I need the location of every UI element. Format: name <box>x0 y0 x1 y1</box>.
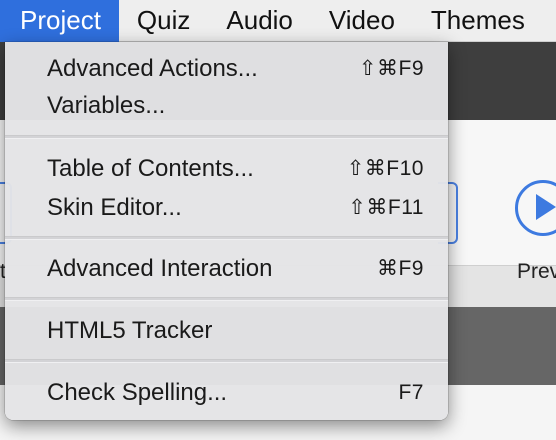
menu-item-label: HTML5 Tracker <box>47 316 213 344</box>
menu-item-advanced-interaction[interactable]: Advanced Interaction ⌘F9 <box>5 250 448 287</box>
menu-item-shortcut: ⌘F9 <box>376 257 424 280</box>
menu-separator <box>5 297 448 301</box>
menu-themes[interactable]: Themes <box>413 0 543 42</box>
menu-item-shortcut: ⇧⌘F9 <box>358 57 424 80</box>
menu-item-label: Table of Contents... <box>47 154 254 182</box>
menu-item-advanced-actions[interactable]: Advanced Actions... ⇧⌘F9 <box>5 50 448 87</box>
project-dropdown-menu: Advanced Actions... ⇧⌘F9 Variables... Ta… <box>5 42 448 420</box>
menu-item-shortcut: ⇧⌘F11 <box>348 196 424 219</box>
menu-item-variables[interactable]: Variables... <box>5 87 448 124</box>
menu-separator <box>5 359 448 363</box>
menu-item-table-of-contents[interactable]: Table of Contents... ⇧⌘F10 <box>5 150 448 187</box>
menu-item-label: Skin Editor... <box>47 193 182 221</box>
menu-item-shortcut: F7 <box>398 380 424 404</box>
menu-item-label: Advanced Actions... <box>47 54 258 82</box>
menu-separator <box>5 135 448 139</box>
menu-item-label: Variables... <box>47 91 166 119</box>
menu-bar: Project Quiz Audio Video Themes <box>0 0 556 42</box>
menu-item-label: Check Spelling... <box>47 378 228 406</box>
menu-separator <box>5 236 448 240</box>
menu-audio[interactable]: Audio <box>208 0 311 42</box>
play-icon <box>536 194 556 220</box>
preview-label: Prev <box>517 260 556 283</box>
menu-project[interactable]: Project <box>0 0 119 42</box>
menu-item-html5-tracker[interactable]: HTML5 Tracker <box>5 312 448 349</box>
menu-video[interactable]: Video <box>311 0 413 42</box>
menu-item-shortcut: ⇧⌘F10 <box>346 157 424 180</box>
menu-quiz[interactable]: Quiz <box>119 0 208 42</box>
menu-item-skin-editor[interactable]: Skin Editor... ⇧⌘F11 <box>5 189 448 226</box>
menu-item-label: Advanced Interaction <box>47 254 273 282</box>
menu-item-check-spelling[interactable]: Check Spelling... F7 <box>5 374 448 411</box>
